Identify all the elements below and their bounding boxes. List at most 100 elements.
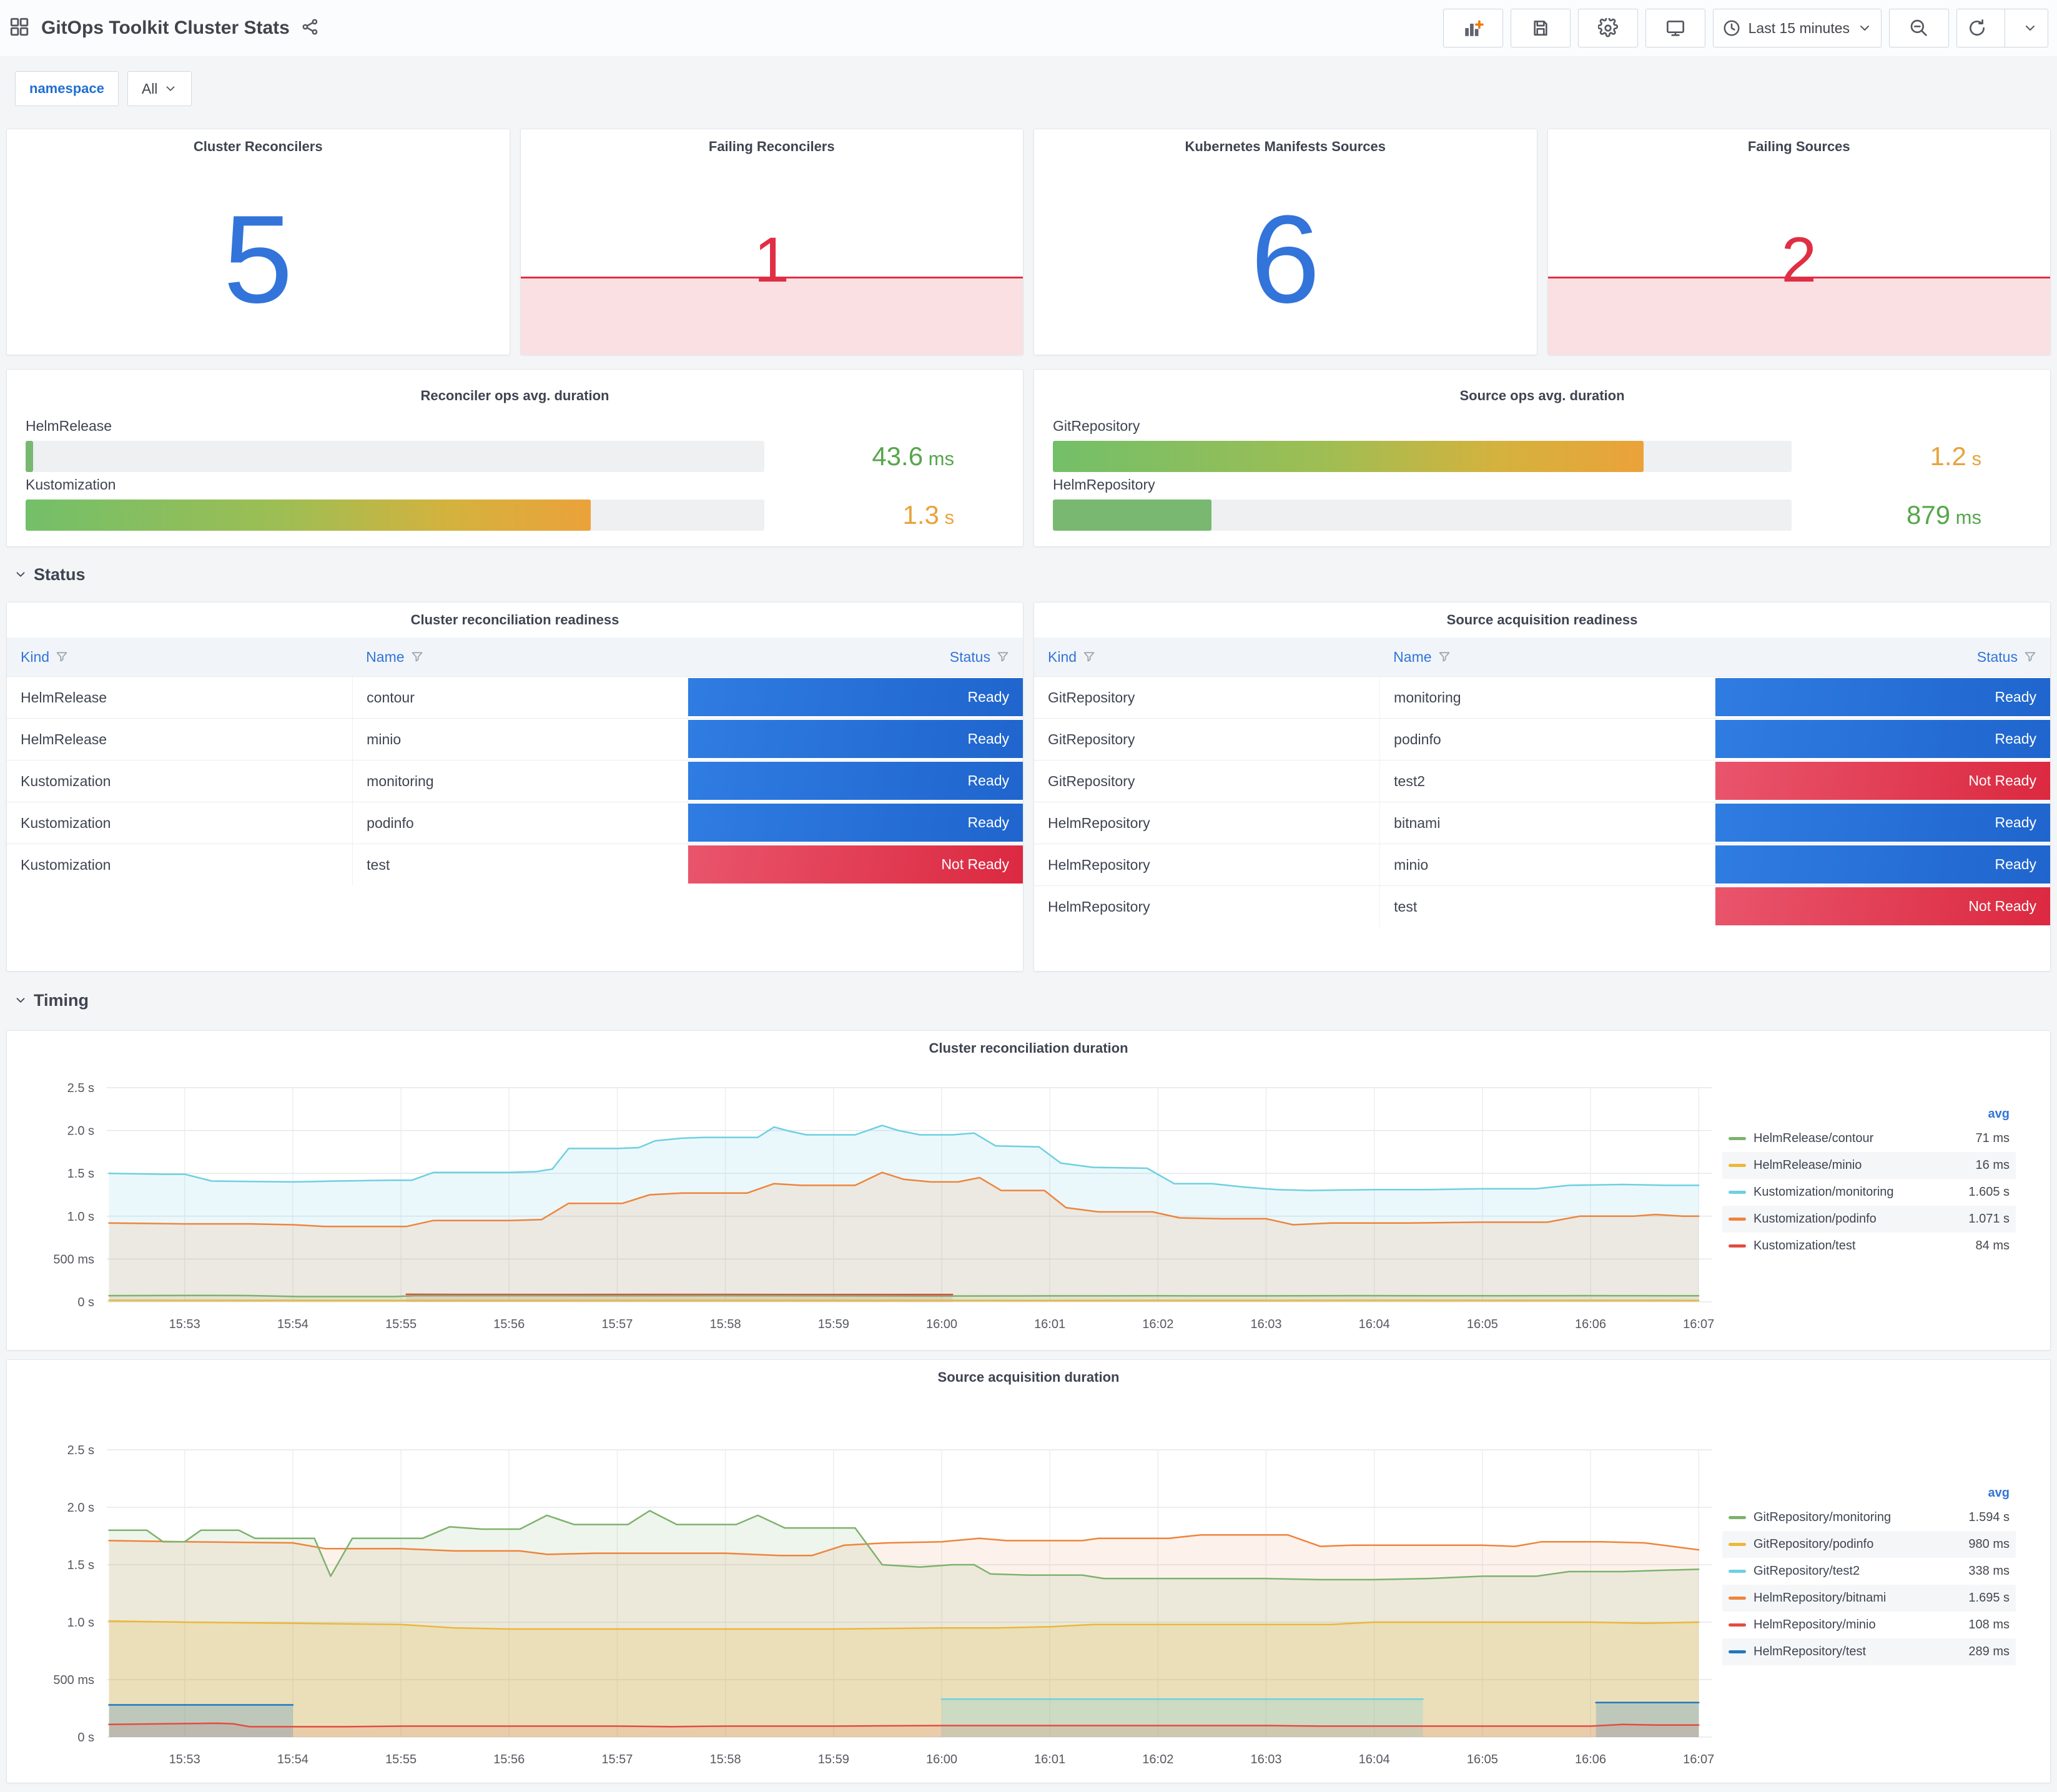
- table-row[interactable]: HelmRepository bitnami Ready: [1034, 802, 2050, 844]
- column-header-kind[interactable]: Kind: [1034, 649, 1379, 666]
- stat-panel-cluster-reconcilers[interactable]: Cluster Reconcilers 5: [6, 129, 510, 355]
- legend-item[interactable]: HelmRelease/minio 16 ms: [1722, 1152, 2016, 1179]
- chart-panel-cluster-reconciliation-duration[interactable]: Cluster reconciliation duration 0 s 500 m…: [6, 1030, 2051, 1351]
- x-tick-label: 15:59: [818, 1317, 849, 1331]
- cell-status: Not Ready: [688, 844, 1023, 885]
- legend-item[interactable]: GitRepository/test2 338 ms: [1722, 1558, 2016, 1585]
- chart-panel-source-acquisition-duration[interactable]: Source acquisition duration 0 s 500 ms 1.0…: [6, 1359, 2051, 1783]
- panel-title: Cluster reconciliation readiness: [410, 612, 619, 628]
- table-row[interactable]: Kustomization test Not Ready: [7, 844, 1023, 885]
- column-header-name[interactable]: Name: [352, 649, 688, 666]
- section-header-status[interactable]: Status: [14, 557, 2051, 592]
- legend-item[interactable]: Kustomization/podinfo 1.071 s: [1722, 1206, 2016, 1233]
- legend-item[interactable]: Kustomization/test 84 ms: [1722, 1233, 2016, 1259]
- x-tick-label: 16:03: [1250, 1753, 1281, 1766]
- legend-avg-header[interactable]: avg: [1722, 1482, 2016, 1504]
- legend-avg-value: 338 ms: [1968, 1564, 2010, 1578]
- section-chevron-icon: [16, 998, 25, 1003]
- filter-funnel-icon: [56, 652, 67, 662]
- gauge-track: [1053, 441, 1792, 472]
- table-row[interactable]: HelmRepository test Not Ready: [1034, 885, 2050, 927]
- status-badge: Ready: [688, 804, 1023, 842]
- refresh-button-group[interactable]: [1956, 9, 2048, 47]
- table-row[interactable]: Kustomization monitoring Ready: [7, 760, 1023, 802]
- legend-avg-value: 108 ms: [1968, 1618, 2010, 1632]
- stat-panel-failing-sources[interactable]: Failing Sources 2: [1547, 129, 2051, 355]
- gauge-panel-source-ops[interactable]: Source ops avg. duration GitRepository 1…: [1033, 369, 2051, 547]
- section-header-timing[interactable]: Timing: [14, 983, 2051, 1018]
- column-header-kind[interactable]: Kind: [7, 649, 352, 666]
- legend-item[interactable]: GitRepository/monitoring 1.594 s: [1722, 1504, 2016, 1531]
- cell-name: test2: [1379, 761, 1715, 802]
- legend-item[interactable]: HelmRepository/minio 108 ms: [1722, 1612, 2016, 1638]
- column-header-status[interactable]: Status: [1715, 649, 2050, 666]
- table-row[interactable]: Kustomization podinfo Ready: [7, 802, 1023, 844]
- legend-avg-value: 1.605 s: [1968, 1185, 2010, 1199]
- legend-item[interactable]: Kustomization/monitoring 1.605 s: [1722, 1179, 2016, 1206]
- status-badge: Ready: [1715, 678, 2050, 716]
- y-tick-label: 2.5 s: [67, 1444, 94, 1457]
- stat-panel-failing-reconcilers[interactable]: Failing Reconcilers 1: [520, 129, 1024, 355]
- x-tick-label: 15:54: [277, 1753, 308, 1766]
- panel-title: Failing Reconcilers: [708, 139, 835, 154]
- time-range-picker[interactable]: Last 15 minutes: [1712, 9, 1882, 47]
- cell-status: Ready: [688, 761, 1023, 802]
- gauge-value: 1.3 s: [902, 500, 954, 529]
- tv-mode-button[interactable]: [1645, 9, 1705, 47]
- share-icon[interactable]: [301, 17, 320, 39]
- legend-item[interactable]: HelmRepository/bitnami 1.695 s: [1722, 1585, 2016, 1612]
- stat-value: 5: [223, 189, 293, 329]
- cell-name: test: [1379, 886, 1715, 927]
- gauge-fill: [1053, 500, 1212, 531]
- legend-item[interactable]: HelmRelease/contour 71 ms: [1722, 1125, 2016, 1152]
- table-header-row: Kind Name Status: [7, 638, 1023, 676]
- refresh-button[interactable]: [1957, 18, 1997, 38]
- gauge-fill: [26, 500, 591, 531]
- refresh-interval-dropdown[interactable]: [2013, 21, 2048, 36]
- add-panel-button[interactable]: [1443, 9, 1503, 47]
- cell-kind: Kustomization: [21, 856, 111, 873]
- cell-kind: Kustomization: [21, 814, 111, 831]
- table-row[interactable]: HelmRepository minio Ready: [1034, 844, 2050, 885]
- legend-avg-header[interactable]: avg: [1722, 1103, 2016, 1125]
- chevron-down-icon: [2026, 26, 2035, 31]
- status-badge: Ready: [1715, 804, 2050, 842]
- chart-legend: avg GitRepository/monitoring 1.594 s Git…: [1722, 1482, 2016, 1665]
- y-tick-label: 0 s: [77, 1731, 94, 1745]
- y-tick-label: 1.0 s: [67, 1616, 94, 1630]
- y-tick-label: 2.5 s: [67, 1081, 94, 1095]
- gauge-row: HelmRelease 43.6 ms: [26, 418, 1004, 472]
- column-header-name[interactable]: Name: [1379, 649, 1715, 666]
- table-row[interactable]: GitRepository podinfo Ready: [1034, 718, 2050, 760]
- y-tick-label: 500 ms: [53, 1673, 94, 1687]
- x-tick-label: 16:07: [1683, 1753, 1714, 1766]
- table-panel-source-readiness[interactable]: Source acquisition readiness Kind Name S…: [1033, 602, 2051, 972]
- legend-item[interactable]: HelmRepository/test 289 ms: [1722, 1638, 2016, 1665]
- gauge-panel-reconciler-ops[interactable]: Reconciler ops avg. duration HelmRelease…: [6, 369, 1024, 547]
- gauge-label: GitRepository: [1053, 418, 1140, 434]
- zoom-out-time-button[interactable]: [1889, 9, 1949, 47]
- y-tick-label: 1.5 s: [67, 1558, 94, 1572]
- legend-series-label: GitRepository/monitoring: [1754, 1510, 1892, 1524]
- table-header-row: Kind Name Status: [1034, 638, 2050, 676]
- gauge-track: [26, 441, 765, 472]
- stat-panel-manifests-sources[interactable]: Kubernetes Manifests Sources 6: [1033, 129, 1537, 355]
- dashboard-settings-button[interactable]: [1577, 9, 1638, 47]
- save-dashboard-button[interactable]: [1510, 9, 1571, 47]
- table-row[interactable]: HelmRelease minio Ready: [7, 718, 1023, 760]
- cell-kind: GitRepository: [1048, 731, 1135, 747]
- gauge-label: HelmRepository: [1053, 476, 1155, 493]
- dashboard-grid-icon[interactable]: [9, 16, 30, 41]
- legend-color-dash: [1729, 1137, 1746, 1140]
- table-row[interactable]: HelmRelease contour Ready: [7, 676, 1023, 718]
- legend-item[interactable]: GitRepository/podinfo 980 ms: [1722, 1531, 2016, 1558]
- series-fill: [109, 1621, 1699, 1737]
- variable-value-dropdown[interactable]: All: [127, 71, 192, 106]
- table-row[interactable]: GitRepository monitoring Ready: [1034, 676, 2050, 718]
- table-panel-cluster-readiness[interactable]: Cluster reconciliation readiness Kind Na…: [6, 602, 1024, 972]
- gauge-fill: [26, 441, 33, 472]
- table-row[interactable]: GitRepository test2 Not Ready: [1034, 760, 2050, 802]
- column-header-status[interactable]: Status: [688, 649, 1023, 666]
- panel-title: Cluster Reconcilers: [193, 139, 323, 154]
- table-body: GitRepository monitoring Ready GitReposi…: [1034, 676, 2050, 927]
